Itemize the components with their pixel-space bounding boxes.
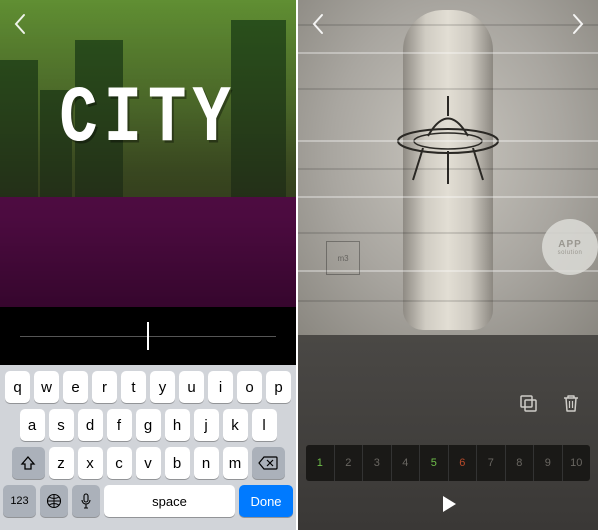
key-k[interactable]: k bbox=[223, 409, 248, 441]
trash-icon bbox=[562, 393, 580, 413]
key-d[interactable]: d bbox=[78, 409, 103, 441]
play-button[interactable] bbox=[437, 493, 459, 515]
timeline-panel: 12345678910 bbox=[298, 335, 598, 530]
chevron-left-icon bbox=[310, 12, 326, 36]
ios-keyboard: qwertyuiop asdfghjkl zxcvbnm 123 spaceDon… bbox=[0, 365, 296, 530]
chevron-right-icon bbox=[570, 12, 586, 36]
key-u[interactable]: u bbox=[179, 371, 204, 403]
key-e[interactable]: e bbox=[63, 371, 88, 403]
key-f[interactable]: f bbox=[107, 409, 132, 441]
mic-key[interactable] bbox=[72, 485, 100, 517]
key-q[interactable]: q bbox=[5, 371, 30, 403]
key-j[interactable]: j bbox=[194, 409, 219, 441]
shift-icon bbox=[20, 455, 36, 471]
backspace-icon bbox=[258, 456, 278, 470]
key-y[interactable]: y bbox=[150, 371, 175, 403]
frame-cell-6[interactable]: 6 bbox=[449, 445, 478, 481]
key-s[interactable]: s bbox=[49, 409, 74, 441]
key-v[interactable]: v bbox=[136, 447, 161, 479]
shift-key[interactable] bbox=[12, 447, 45, 479]
key-o[interactable]: o bbox=[237, 371, 262, 403]
key-z[interactable]: z bbox=[49, 447, 74, 479]
app-badge: APP solution bbox=[542, 219, 598, 275]
key-g[interactable]: g bbox=[136, 409, 161, 441]
chevron-left-icon bbox=[12, 12, 28, 36]
globe-icon bbox=[46, 493, 62, 509]
frames-bar[interactable]: 12345678910 bbox=[306, 445, 590, 481]
editor-canvas: CITY bbox=[0, 0, 296, 307]
globe-key[interactable] bbox=[40, 485, 68, 517]
glitch-scanline bbox=[298, 300, 598, 302]
frame-cell-7[interactable]: 7 bbox=[477, 445, 506, 481]
key-l[interactable]: l bbox=[252, 409, 277, 441]
key-i[interactable]: i bbox=[208, 371, 233, 403]
glitch-scanline bbox=[298, 88, 598, 90]
key-h[interactable]: h bbox=[165, 409, 190, 441]
duplicate-icon bbox=[518, 393, 538, 413]
glitch-scanline bbox=[298, 140, 598, 142]
preview-canvas: m3 APP solution bbox=[298, 0, 598, 335]
frame-cell-9[interactable]: 9 bbox=[534, 445, 563, 481]
key-a[interactable]: a bbox=[20, 409, 45, 441]
badge-line2: solution bbox=[558, 250, 583, 256]
done-key[interactable]: Done bbox=[239, 485, 293, 517]
watermark: m3 bbox=[326, 241, 360, 275]
key-x[interactable]: x bbox=[78, 447, 103, 479]
frame-cell-4[interactable]: 4 bbox=[392, 445, 421, 481]
glitch-scanline bbox=[298, 168, 598, 170]
glitch-scanline bbox=[298, 196, 598, 198]
key-w[interactable]: w bbox=[34, 371, 59, 403]
space-key[interactable]: space bbox=[104, 485, 235, 517]
glitch-scanline bbox=[298, 24, 598, 26]
overlay-text[interactable]: CITY bbox=[0, 75, 296, 165]
frame-cell-5[interactable]: 5 bbox=[420, 445, 449, 481]
glitch-scanline bbox=[298, 52, 598, 54]
key-r[interactable]: r bbox=[92, 371, 117, 403]
duplicate-button[interactable] bbox=[518, 393, 538, 413]
backspace-key[interactable] bbox=[252, 447, 285, 479]
key-n[interactable]: n bbox=[194, 447, 219, 479]
prev-button[interactable] bbox=[310, 12, 326, 36]
key-c[interactable]: c bbox=[107, 447, 132, 479]
frame-cell-10[interactable]: 10 bbox=[563, 445, 591, 481]
trash-button[interactable] bbox=[562, 393, 580, 413]
play-icon bbox=[437, 493, 459, 515]
frame-cell-2[interactable]: 2 bbox=[335, 445, 364, 481]
frame-cell-3[interactable]: 3 bbox=[363, 445, 392, 481]
back-button[interactable] bbox=[12, 12, 28, 36]
next-button[interactable] bbox=[570, 12, 586, 36]
slider-thumb[interactable] bbox=[147, 322, 149, 350]
key-b[interactable]: b bbox=[165, 447, 190, 479]
key-t[interactable]: t bbox=[121, 371, 146, 403]
numswitch-key[interactable]: 123 bbox=[3, 485, 36, 517]
frame-cell-8[interactable]: 8 bbox=[506, 445, 535, 481]
key-m[interactable]: m bbox=[223, 447, 248, 479]
frame-cell-1[interactable]: 1 bbox=[306, 445, 335, 481]
key-p[interactable]: p bbox=[266, 371, 291, 403]
badge-line1: APP bbox=[558, 239, 582, 250]
intensity-slider[interactable] bbox=[0, 307, 296, 365]
mic-icon bbox=[80, 493, 92, 509]
